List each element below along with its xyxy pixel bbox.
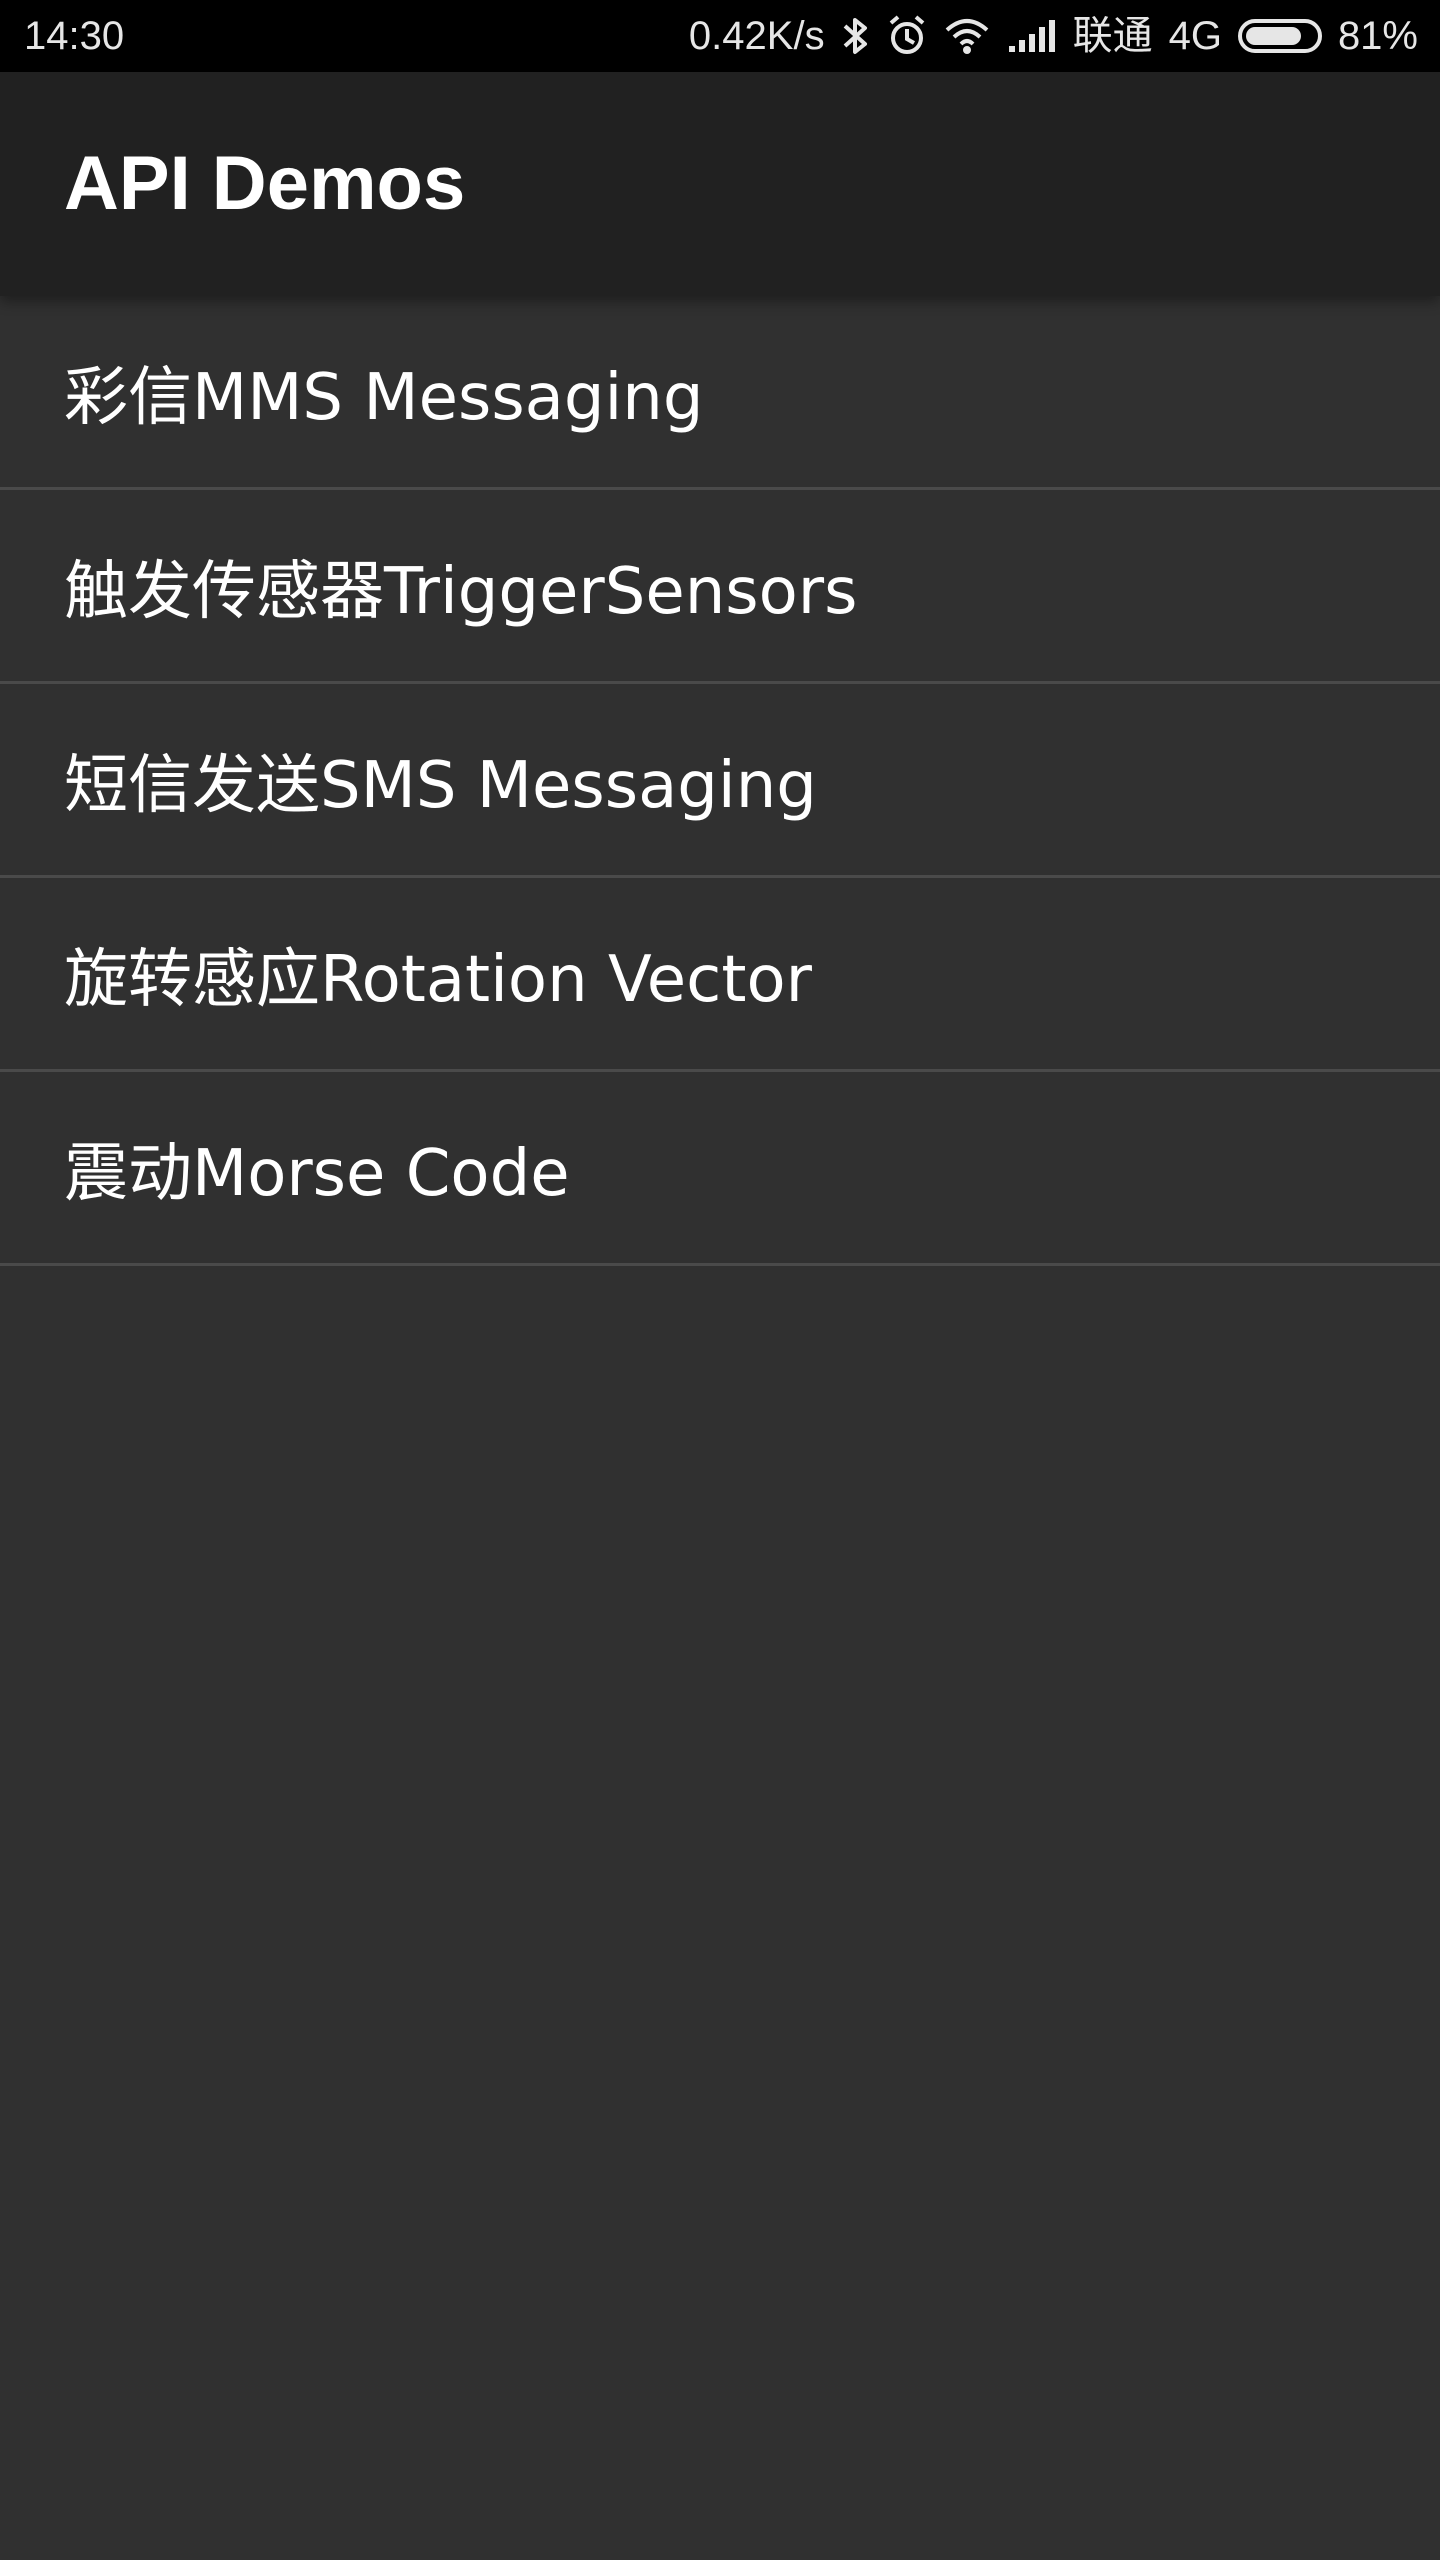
list-item-label: 短信发送SMS Messaging: [64, 748, 817, 823]
battery-outline: [1237, 19, 1322, 53]
list-item-rotation-vector[interactable]: 旋转感应Rotation Vector: [0, 878, 1440, 1072]
network-type: 4G: [1168, 14, 1222, 58]
list-item-label: 震动Morse Code: [64, 1136, 570, 1211]
carrier-label: 联通: [1072, 14, 1153, 58]
list-item-label: 旋转感应Rotation Vector: [64, 942, 812, 1017]
alarm-icon: [887, 0, 927, 72]
battery-icon: [1237, 0, 1322, 72]
status-bar: 14:30 0.42K/s 联通 4G 81%: [0, 0, 1440, 72]
list-item-sms-messaging[interactable]: 短信发送SMS Messaging: [0, 684, 1440, 878]
status-time: 14:30: [24, 14, 125, 58]
list-item-morse-code[interactable]: 震动Morse Code: [0, 1072, 1440, 1266]
wifi-icon: [943, 0, 991, 72]
app-title: API Demos: [64, 141, 466, 226]
list-item-label: 彩信MMS Messaging: [64, 360, 704, 435]
battery-percent: 81%: [1337, 14, 1418, 58]
list-item-mms-messaging[interactable]: 彩信MMS Messaging: [0, 296, 1440, 490]
list-item-trigger-sensors[interactable]: 触发传感器TriggerSensors: [0, 490, 1440, 684]
list-item-label: 触发传感器TriggerSensors: [64, 554, 858, 629]
signal-icon: [1007, 0, 1057, 72]
battery-fill: [1245, 27, 1301, 45]
demo-list: 彩信MMS Messaging 触发传感器TriggerSensors 短信发送…: [0, 296, 1440, 1266]
bluetooth-icon: [841, 0, 871, 72]
network-speed: 0.42K/s: [688, 14, 825, 58]
app-bar: API Demos: [0, 72, 1440, 296]
status-icons: 0.42K/s 联通 4G 81%: [689, 0, 1418, 72]
